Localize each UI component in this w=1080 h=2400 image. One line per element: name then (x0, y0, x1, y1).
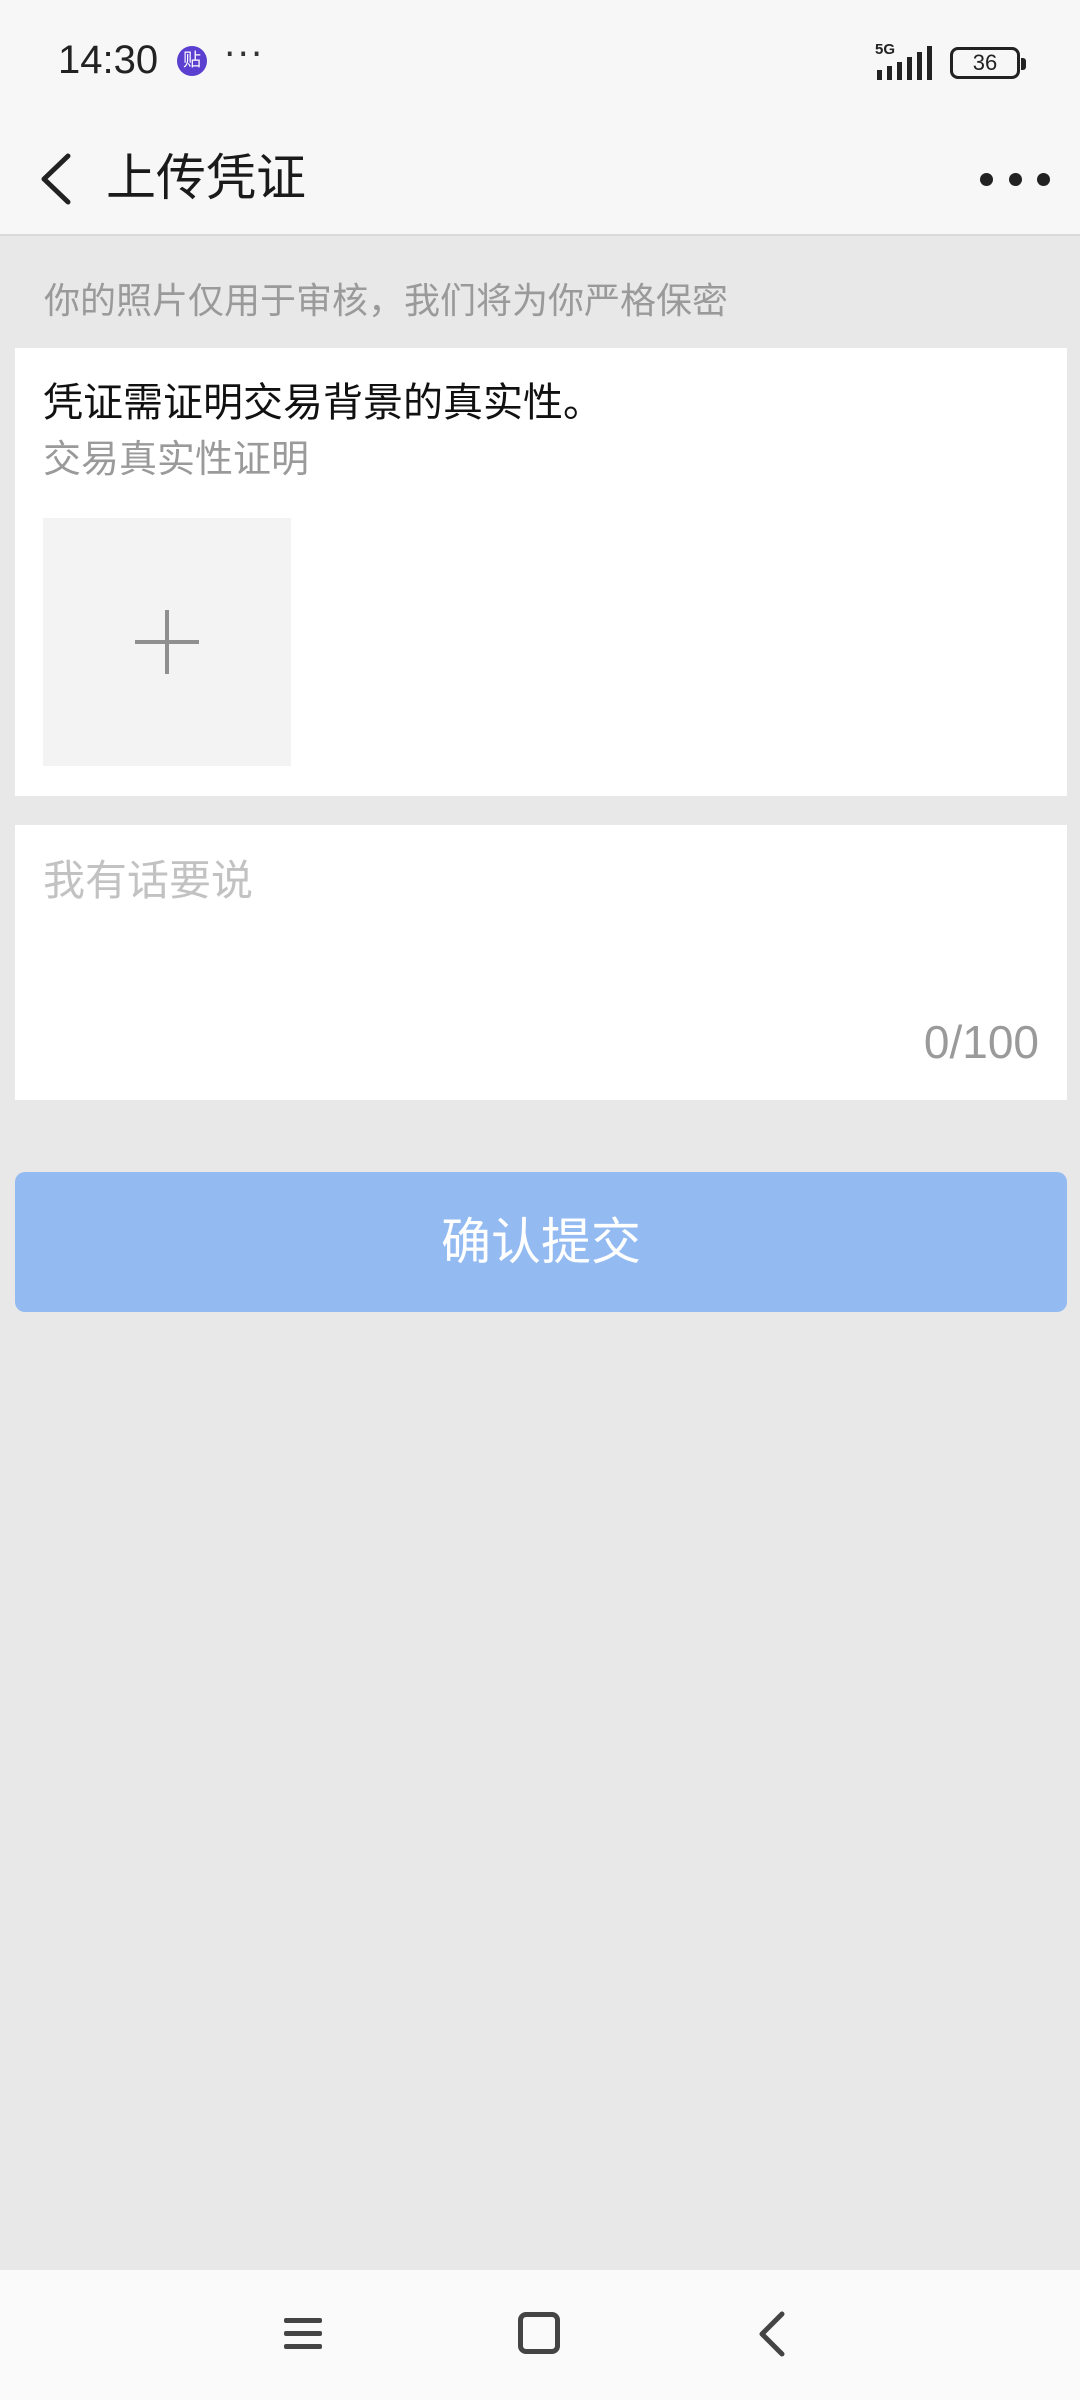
nav-bar: 上传凭证 (0, 122, 1080, 236)
plus-icon (135, 610, 199, 674)
menu-icon[interactable] (282, 2312, 326, 2356)
submit-button[interactable]: 确认提交 (15, 1172, 1067, 1312)
more-dot (1037, 172, 1050, 186)
status-time: 14:30 (58, 38, 159, 82)
network-type-label: 5G (875, 41, 895, 58)
upload-card: 凭证需证明交易背景的真实性。 交易真实性证明 (15, 348, 1067, 796)
comment-card: 0/100 (15, 825, 1067, 1100)
comment-input[interactable] (43, 847, 1033, 1027)
privacy-hint: 你的照片仅用于审核，我们将为你严格保密 (44, 281, 729, 322)
system-nav-bar (0, 2270, 1080, 2400)
add-photo-button[interactable] (43, 518, 291, 766)
upload-heading: 凭证需证明交易背景的真实性。 (43, 380, 603, 426)
status-more-icon: ··· (224, 34, 265, 75)
more-dot (1008, 172, 1022, 186)
battery-icon: 36 (950, 47, 1026, 79)
status-bar: 14:30 贴 ··· 5G 36 (0, 0, 1080, 122)
char-count: 0/100 (923, 1016, 1039, 1068)
page-title: 上传凭证 (106, 149, 306, 207)
chevron-left-icon[interactable] (30, 144, 90, 214)
notification-app-icon: 贴 (177, 46, 207, 76)
signal-5g-icon: 5G (875, 41, 932, 80)
more-horizontal-icon[interactable] (980, 154, 1050, 204)
upload-subheading: 交易真实性证明 (43, 437, 310, 481)
more-dot (980, 172, 993, 186)
home-square-icon[interactable] (518, 2312, 560, 2354)
back-arrow-icon[interactable] (752, 2308, 792, 2360)
